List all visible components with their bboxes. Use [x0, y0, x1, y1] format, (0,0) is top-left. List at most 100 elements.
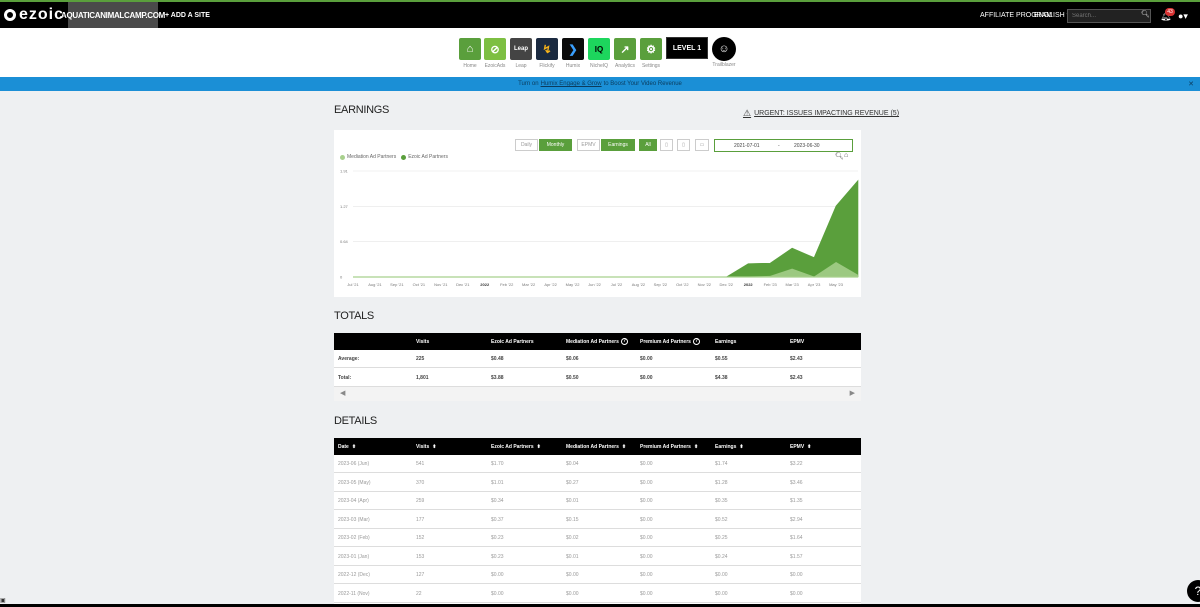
- user-icon[interactable]: ●▾: [1178, 10, 1194, 22]
- x-tick-label: Feb '23: [764, 282, 778, 287]
- app-humix[interactable]: ❯ Humix: [561, 38, 585, 69]
- app-leap[interactable]: Leap Leap: [509, 38, 533, 69]
- cell: $0.00: [790, 572, 803, 578]
- ezoic-logo[interactable]: ezoic: [4, 6, 64, 24]
- search-icon[interactable]: 🔍︎: [1141, 11, 1150, 19]
- start-date: 2021-07-01: [734, 143, 760, 149]
- app-analytics[interactable]: ↗ Analytics: [613, 38, 637, 69]
- help-chat-icon[interactable]: ?: [1187, 580, 1200, 602]
- help-icon[interactable]: ?: [692, 338, 700, 345]
- cell: 2022-12 (Dec): [338, 572, 370, 578]
- totals-row-total: Total: 1,801 $3.88 $0.50 $0.00 $4.38 $2.…: [334, 369, 861, 387]
- earnings-chart-card: Daily Monthly EPMV Earnings All ▯ ▯ ▭ 20…: [334, 130, 861, 297]
- app-label: Flickify: [539, 63, 555, 69]
- app-label: Humix: [565, 63, 581, 69]
- cell: $2.43: [790, 356, 803, 362]
- close-icon[interactable]: ✕: [1188, 80, 1194, 88]
- x-tick-label: 2022: [480, 282, 490, 287]
- cell: $0.06: [566, 356, 579, 362]
- urgent-issues-link[interactable]: ⚠ URGENT: ISSUES IMPACTING REVENUE (5): [743, 108, 899, 119]
- help-icon[interactable]: ?: [620, 338, 628, 345]
- notification-count-badge: 43: [1165, 8, 1175, 16]
- sort-icon: ⬍: [536, 443, 541, 450]
- legend-label[interactable]: Mediation Ad Partners: [347, 154, 396, 160]
- horizontal-scrollbar[interactable]: ◀ ▶: [334, 387, 861, 401]
- app-home[interactable]: ⌂ Home: [458, 38, 482, 69]
- sort-premium[interactable]: Premium Ad Partners ⬍: [640, 438, 698, 455]
- sort-icon: ⬍: [807, 443, 812, 450]
- sort-mediation[interactable]: Mediation Ad Partners ⬍: [566, 438, 626, 455]
- cell: $2.94: [790, 516, 803, 523]
- banner-link[interactable]: Humix Engage & Grow: [541, 81, 602, 87]
- cell: $0.00: [640, 375, 653, 381]
- cell: $0.35: [715, 498, 728, 504]
- cell: $0.00: [640, 516, 653, 523]
- daily-button[interactable]: Daily: [515, 139, 538, 151]
- app-ezoicads[interactable]: ⊘ EzoicAds: [483, 38, 507, 69]
- tablet-icon[interactable]: ▯: [677, 139, 690, 151]
- sort-epmv[interactable]: EPMV ⬍: [790, 438, 811, 455]
- app-flickify[interactable]: ↯ Flickify: [535, 38, 559, 69]
- sort-icon: ⬍: [621, 443, 627, 450]
- scroll-left-icon[interactable]: ◀: [340, 389, 345, 397]
- cell: $0.00: [715, 590, 728, 597]
- x-tick-label: Sep '22: [654, 282, 668, 287]
- cell: $4.38: [715, 375, 728, 381]
- date-range-picker[interactable]: 2021-07-01 - 2023-06-30: [714, 139, 853, 152]
- language-dropdown[interactable]: ENGLISH ▾: [1034, 2, 1070, 28]
- sort-date[interactable]: Date ⬍: [338, 438, 356, 455]
- sort-ezoic[interactable]: Ezoic Ad Partners ⬍: [491, 438, 541, 455]
- col-header-visits: Visits: [416, 338, 430, 345]
- col-header-ezoic: Ezoic Ad Partners: [491, 338, 534, 345]
- series-area-ezoic: [353, 179, 859, 278]
- add-site-link[interactable]: + ADD A SITE: [165, 2, 210, 28]
- cell: $0.00: [566, 590, 579, 597]
- header-label: Ezoic Ad Partners: [491, 443, 534, 450]
- app-label: Leap: [515, 63, 527, 69]
- mobile-icon[interactable]: ▯: [660, 139, 673, 151]
- table-row: 2023-05 (May) 370 $1.01 $0.27 $0.00 $1.28 $3.4…: [334, 473, 861, 492]
- x-tick-label: Sep '21: [390, 282, 404, 287]
- earnings-button[interactable]: Earnings: [601, 139, 635, 151]
- x-tick-label: Nov '21: [434, 282, 448, 287]
- legend-label[interactable]: Ezoic Ad Partners: [408, 154, 448, 160]
- cell: $0.00: [491, 572, 504, 578]
- monthly-button[interactable]: Monthly: [539, 139, 572, 151]
- cell: $0.00: [790, 590, 803, 597]
- cell: $1.01: [491, 479, 504, 486]
- trailblazer-badge[interactable]: ☺ Trailblazer: [712, 37, 736, 68]
- zoom-icon[interactable]: 🔍︎: [835, 152, 844, 160]
- reset-zoom-home-icon[interactable]: ⌂: [844, 152, 848, 159]
- x-tick-label: May '22: [566, 282, 581, 287]
- site-selector-tab[interactable]: AQUATICANIMALCAMP.COM: [61, 2, 165, 28]
- app-settings[interactable]: ⚙ Settings: [639, 38, 663, 69]
- sort-icon: ⬍: [432, 443, 437, 450]
- header-label: EPMV: [790, 443, 805, 450]
- sort-visits[interactable]: Visits ⬍: [416, 438, 436, 455]
- cell: $0.00: [640, 553, 653, 560]
- level-badge[interactable]: LEVEL 1: [666, 37, 708, 59]
- cell: $0.23: [491, 535, 504, 541]
- header-label: Mediation Ad Partners: [566, 338, 619, 345]
- header-label: Premium Ad Partners: [640, 443, 691, 450]
- app-nicheiq[interactable]: IQ NicheIQ: [587, 38, 611, 69]
- cell: 2023-05 (May): [338, 479, 371, 486]
- app-label: NicheIQ: [589, 63, 609, 69]
- scroll-right-icon[interactable]: ▶: [850, 389, 855, 397]
- x-tick-label: May '23: [829, 282, 844, 287]
- totals-table: Visits Ezoic Ad Partners Mediation Ad Pa…: [334, 333, 861, 401]
- details-title: DETAILS: [334, 415, 377, 427]
- desktop-icon[interactable]: ▭: [695, 139, 709, 151]
- sort-earnings[interactable]: Earnings ⬍: [715, 438, 744, 455]
- cell: $3.46: [790, 479, 803, 486]
- promo-banner: Turn on Humix Engage & Grow to Boost You…: [0, 77, 1200, 91]
- cell: $1.70: [491, 461, 504, 467]
- all-devices-button[interactable]: All: [639, 139, 657, 151]
- table-row: 2022-11 (Nov) 22 $0.00 $0.00 $0.00 $0.00 $0.00: [334, 584, 861, 603]
- search-input[interactable]: [1067, 9, 1151, 23]
- cell: $0.00: [640, 356, 653, 362]
- epmv-button[interactable]: EPMV: [577, 139, 600, 151]
- cell: 153: [416, 553, 425, 560]
- col-header-mediation: Mediation Ad Partners?: [566, 333, 628, 350]
- details-header-row: Date ⬍ Visits ⬍ Ezoic Ad Partners ⬍ Mediati…: [334, 438, 861, 455]
